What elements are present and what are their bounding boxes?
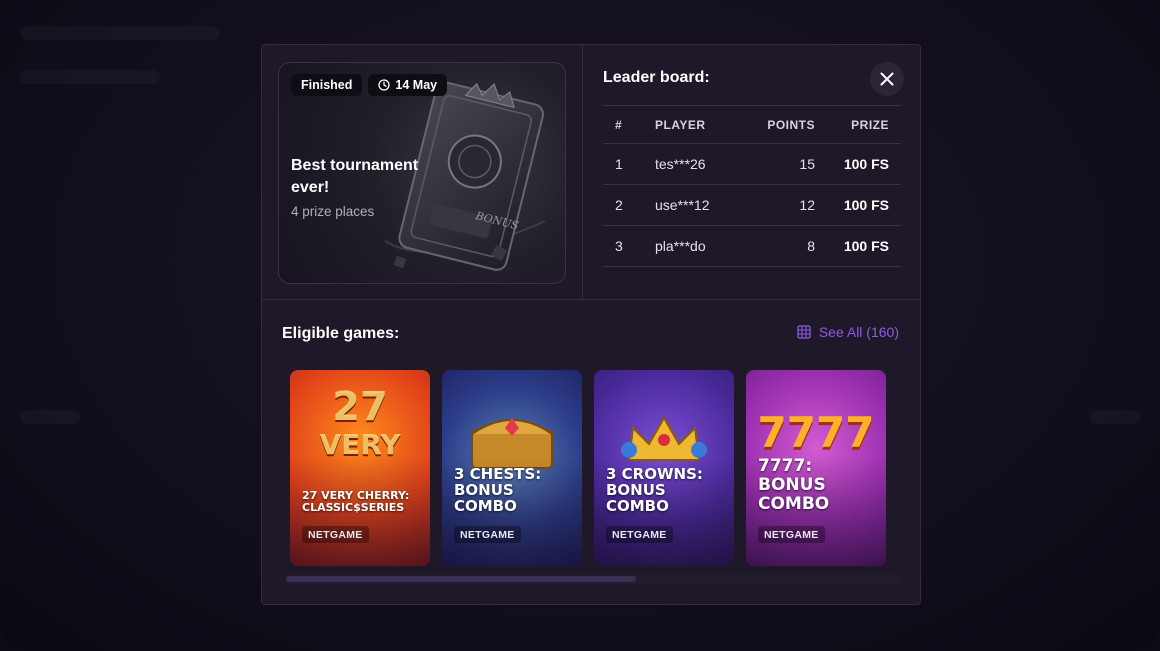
date-badge-label: 14 May [395, 78, 438, 92]
tournament-title: Best tournament ever! [291, 157, 419, 196]
game-name: 3 Chests: Bonus Combo [454, 465, 542, 515]
scrollbar-thumb[interactable] [286, 576, 636, 582]
close-icon [880, 72, 894, 86]
status-badge: Finished [291, 74, 363, 96]
rank-cell: 2 [603, 184, 655, 226]
provider-badge: NETGAME [758, 526, 825, 543]
close-button[interactable] [870, 62, 904, 96]
tournament-pane: BONUS Finished 14 May Best tournament ev… [262, 45, 583, 300]
see-all-label: See All (160) [818, 324, 899, 340]
leaderboard-pane: Leader board: # PLAYER POINTS PRIZE 1 te… [583, 45, 920, 300]
date-badge: 14 May [368, 74, 448, 96]
rank-cell: 1 [603, 143, 655, 185]
game-card[interactable]: 3 Crowns: Bonus Combo NETGAME [594, 370, 734, 566]
column-header-rank: # [603, 105, 655, 144]
rank-cell: 3 [603, 225, 655, 267]
game-name: 27 Very Cherry: Classic$Series [302, 489, 410, 514]
player-cell: use***12 [655, 184, 751, 226]
grid-icon [797, 325, 811, 339]
modal-top-section: BONUS Finished 14 May Best tournament ev… [262, 45, 920, 300]
points-cell: 8 [751, 225, 815, 267]
tournament-card: BONUS Finished 14 May Best tournament ev… [278, 62, 566, 284]
player-cell: pla***do [655, 225, 751, 267]
backdrop-decor [1090, 410, 1140, 424]
leaderboard-table: # PLAYER POINTS PRIZE 1 tes***26 15 100 … [603, 105, 901, 267]
table-row: 2 use***12 12 100 FS [603, 184, 901, 226]
player-cell: tes***26 [655, 143, 751, 185]
tournament-subtitle: 4 prize places [291, 204, 375, 219]
see-all-link[interactable]: See All (160) [797, 324, 899, 340]
game-name: 7777: Bonus Combo [758, 456, 830, 514]
leaderboard-header-row: # PLAYER POINTS PRIZE [603, 105, 901, 144]
points-cell: 12 [751, 184, 815, 226]
column-header-points: POINTS [751, 105, 815, 144]
game-name: 3 Crowns: Bonus Combo [606, 465, 703, 515]
game-art-text: 7777 [757, 408, 875, 457]
tournament-modal: BONUS Finished 14 May Best tournament ev… [261, 44, 921, 605]
eligible-games-title: Eligible games: [282, 325, 400, 342]
game-card[interactable]: 3 Chests: Bonus Combo NETGAME [442, 370, 582, 566]
prize-cell: 100 FS [815, 143, 901, 185]
column-header-prize: PRIZE [815, 105, 901, 144]
table-row: 3 pla***do 8 100 FS [603, 225, 901, 267]
provider-badge: NETGAME [606, 526, 673, 543]
prize-cell: 100 FS [815, 225, 901, 267]
games-scrollbar[interactable] [286, 574, 900, 584]
tournament-badges: Finished 14 May [291, 74, 448, 96]
provider-badge: NETGAME [302, 526, 369, 543]
backdrop-decor [20, 410, 80, 424]
game-card[interactable]: 7777 7777: Bonus Combo NETGAME [746, 370, 886, 566]
backdrop-decor [20, 70, 160, 84]
clock-icon [378, 79, 391, 91]
leaderboard-title: Leader board: [603, 69, 710, 86]
table-row: 1 tes***26 15 100 FS [603, 143, 901, 185]
prize-cell: 100 FS [815, 184, 901, 226]
games-carousel: 27 VERY 27 Very Cherry: Classic$Series N… [290, 370, 886, 566]
game-art-text: 27 [332, 384, 388, 430]
game-card[interactable]: 27 VERY 27 Very Cherry: Classic$Series N… [290, 370, 430, 566]
provider-badge: NETGAME [454, 526, 521, 543]
points-cell: 15 [751, 143, 815, 185]
backdrop-decor [20, 26, 220, 40]
column-header-player: PLAYER [655, 105, 751, 144]
status-badge-label: Finished [301, 78, 353, 92]
